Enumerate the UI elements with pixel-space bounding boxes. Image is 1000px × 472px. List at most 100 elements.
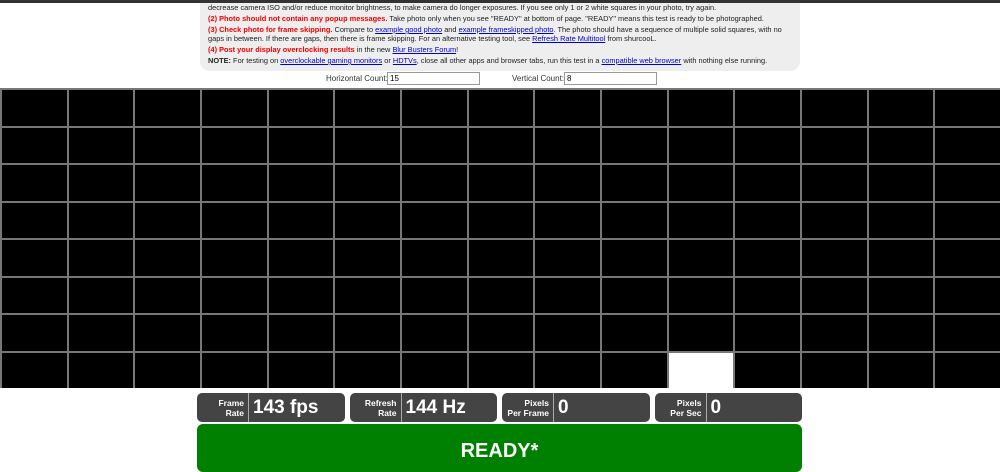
grid-cell	[868, 90, 934, 126]
grid-cell	[201, 202, 267, 238]
horizontal-count-label: Horizontal Count:	[326, 74, 388, 83]
stat-label: Pixels Per Frame	[502, 393, 554, 422]
grid-cell	[468, 165, 534, 201]
grid-cell	[668, 277, 734, 313]
grid-cell	[535, 90, 600, 126]
grid-cell	[868, 165, 934, 201]
vertical-count-input[interactable]	[564, 72, 657, 85]
grid-cell	[735, 202, 800, 238]
grid-cell	[468, 277, 534, 313]
grid-cell	[335, 202, 400, 238]
grid-cell	[335, 90, 400, 126]
grid-cell	[2, 240, 67, 276]
text: with nothing else running.	[681, 56, 768, 65]
grid-cell	[668, 202, 734, 238]
step2-heading: (2) Photo should not contain any popup m…	[208, 14, 388, 23]
grid-cell	[201, 277, 267, 313]
grid-cell	[2, 202, 67, 238]
grid-cell	[935, 240, 1000, 276]
text: in the new	[354, 45, 393, 54]
grid-cell	[935, 90, 1000, 126]
grid-cell	[335, 315, 400, 351]
grid-cell	[935, 202, 1000, 238]
example-frameskipped-photo-link[interactable]: example frameskipped photo	[459, 25, 554, 34]
grid-cell	[401, 90, 467, 126]
compatible-browser-link[interactable]: compatible web browser	[602, 56, 682, 65]
grid-cell	[601, 165, 667, 201]
grid-cell	[735, 240, 800, 276]
grid-cell	[801, 240, 867, 276]
instruction-note: NOTE: For testing on overclockable gamin…	[208, 56, 792, 65]
grid-cell	[68, 240, 134, 276]
text: Compare to	[332, 25, 376, 34]
grid-cell	[401, 240, 467, 276]
example-good-photo-link[interactable]: example good photo	[375, 25, 442, 34]
grid-cell-lit	[668, 352, 734, 388]
hdtvs-link[interactable]: HDTVs	[393, 56, 417, 65]
grid-cell	[201, 352, 267, 388]
grid-cell	[601, 277, 667, 313]
grid-cell	[735, 165, 800, 201]
grid-cell	[335, 240, 400, 276]
text: from shurcooL.	[605, 34, 657, 43]
grid-cell	[68, 202, 134, 238]
instruction-step-4: (4) Post your display overclocking resul…	[208, 45, 792, 54]
grid-cell	[801, 277, 867, 313]
stat-label: Refresh Rate	[350, 393, 402, 422]
step2-text: Take photo only when you see "READY" at …	[387, 14, 764, 23]
frame-rate-stat: Frame Rate 143 fps	[197, 393, 345, 422]
grid-cell	[868, 315, 934, 351]
grid-cell	[68, 90, 134, 126]
grid-cell	[135, 352, 200, 388]
step4-heading: (4) Post your display overclocking resul…	[208, 45, 355, 54]
stat-label: Frame Rate	[197, 393, 249, 422]
grid-cell	[668, 315, 734, 351]
grid-cell	[801, 127, 867, 163]
note-heading: NOTE:	[208, 56, 231, 65]
horizontal-count-input[interactable]	[387, 72, 480, 85]
grid-cell	[201, 315, 267, 351]
grid-cell	[401, 277, 467, 313]
text: For testing on	[231, 56, 281, 65]
grid-cell	[535, 352, 600, 388]
grid-cell	[868, 352, 934, 388]
grid-cell	[868, 240, 934, 276]
stat-value: 143 fps	[253, 396, 319, 418]
grid-cell	[735, 315, 800, 351]
refresh-rate-stat: Refresh Rate 144 Hz	[349, 393, 497, 422]
grid-cell	[735, 352, 800, 388]
instruction-step-2: (2) Photo should not contain any popup m…	[208, 14, 792, 23]
grid-cell	[401, 202, 467, 238]
grid-cell	[68, 315, 134, 351]
text: and	[442, 25, 459, 34]
grid-cell	[535, 240, 600, 276]
grid-cell	[468, 202, 534, 238]
grid-cell	[401, 127, 467, 163]
grid-cell	[801, 90, 867, 126]
grid-cell	[2, 90, 67, 126]
stat-value: 0	[558, 396, 569, 418]
grid-cell	[601, 90, 667, 126]
grid-cell	[135, 127, 200, 163]
grid-cell	[668, 127, 734, 163]
grid-cell	[668, 165, 734, 201]
overclockable-monitors-link[interactable]: overclockable gaming monitors	[280, 56, 382, 65]
grid-cell	[535, 277, 600, 313]
grid-cell	[468, 315, 534, 351]
grid-cell	[868, 202, 934, 238]
grid-cell	[135, 240, 200, 276]
grid-cell	[268, 277, 334, 313]
grid-cell	[935, 165, 1000, 201]
grid-cell	[601, 315, 667, 351]
grid-cell	[801, 202, 867, 238]
blur-busters-forum-link[interactable]: Blur Busters Forum	[392, 45, 456, 54]
grid-cell	[68, 352, 134, 388]
grid-cell	[935, 352, 1000, 388]
grid-cell	[335, 165, 400, 201]
grid-cell	[335, 352, 400, 388]
stat-value: 0	[710, 396, 722, 418]
refresh-rate-multitool-link[interactable]: Refresh Rate Multitool	[532, 34, 605, 43]
grid-cell	[268, 352, 334, 388]
grid-cell	[268, 165, 334, 201]
instruction-line-1: decrease camera ISO and/or reduce monito…	[208, 3, 717, 12]
